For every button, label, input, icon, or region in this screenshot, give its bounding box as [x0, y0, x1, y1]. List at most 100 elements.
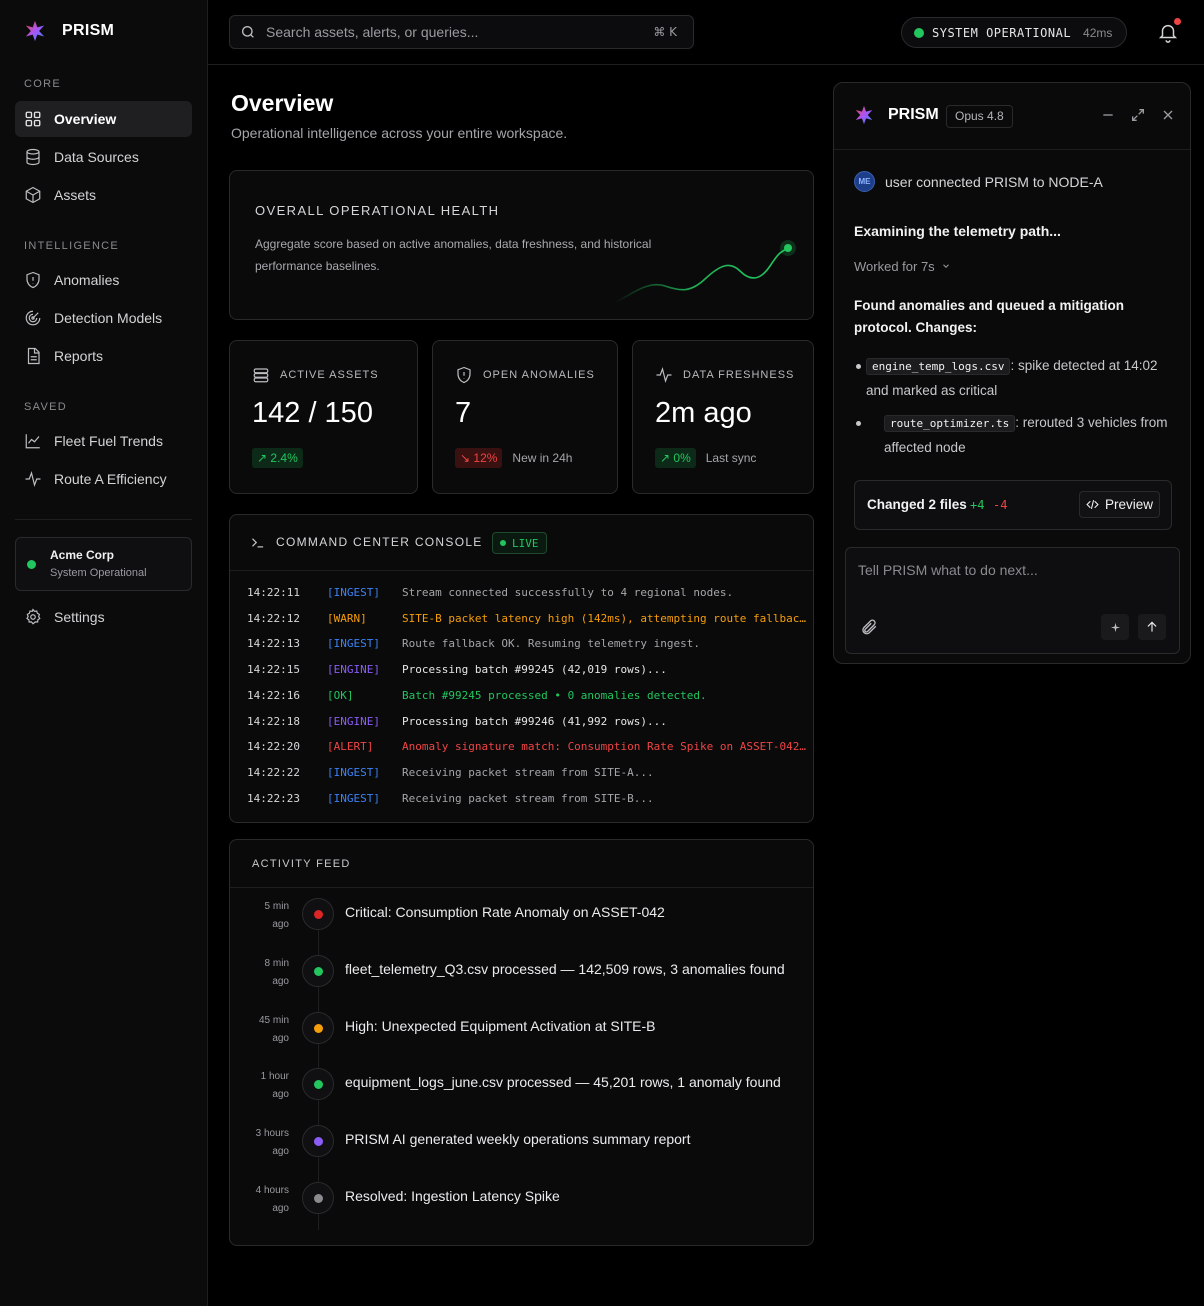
health-title: OVERALL OPERATIONAL HEALTH — [255, 203, 500, 218]
log-message: Receiving packet stream from SITE-A... — [402, 765, 654, 779]
sidebar-item-label: Route A Efficiency — [54, 471, 167, 487]
page-title: Overview — [231, 90, 334, 116]
database-icon — [253, 368, 269, 383]
kpi-footer: ↘ 12% New in 24h — [455, 448, 572, 468]
sidebar-item-overview[interactable]: Overview — [15, 101, 192, 137]
feed-status-node — [302, 1182, 334, 1214]
pulse-icon — [656, 366, 672, 384]
kpi-label-text: OPEN ANOMALIES — [483, 369, 595, 381]
console-header: COMMAND CENTER CONSOLE LIVE — [230, 515, 813, 571]
status-dot — [314, 910, 323, 919]
log-message: Stream connected successfully to 4 regio… — [402, 586, 734, 599]
search-bar[interactable]: Search assets, alerts, or queries... ⌘ K — [229, 15, 694, 49]
feed-item[interactable]: 45 min ago High: Unexpected Equipment Acti… — [230, 1011, 812, 1069]
health-sparkline — [614, 240, 796, 304]
changed-files-label: Changed 2 files — [867, 497, 967, 512]
log-time: 14:22:11 — [247, 586, 300, 599]
sidebar-item-detection-models[interactable]: Detection Models — [15, 300, 192, 336]
feed-time-suffix: ago — [272, 975, 289, 987]
feed-time-suffix: ago — [272, 1203, 289, 1214]
activity-feed-card: ACTIVITY FEED 5 min ago Critical: Consumpt… — [229, 839, 814, 1246]
search-shortcut: ⌘ K — [653, 25, 677, 39]
sidebar-divider — [15, 519, 192, 520]
composer-input[interactable]: Tell PRISM what to do next... — [858, 562, 1038, 578]
kpi-footer: ↗ 2.4% — [252, 448, 303, 468]
kpi-card-open-anomalies: OPEN ANOMALIES 7 ↘ 12% New in 24h — [432, 340, 618, 494]
log-tag: [WARN] — [327, 611, 367, 625]
log-tag: [INGEST] — [327, 637, 380, 651]
preview-button[interactable]: Preview — [1079, 491, 1160, 518]
kpi-note: Last sync — [705, 451, 757, 465]
send-button[interactable] — [1138, 614, 1166, 640]
status-dot — [314, 966, 323, 976]
worked-toggle[interactable]: Worked for 7s — [854, 259, 951, 274]
feed-item[interactable]: 8 min ago fleet_telemetry_Q3.csv processed… — [230, 954, 812, 1012]
file-chip[interactable]: route_optimizer.ts — [884, 415, 1016, 432]
close-icon[interactable] — [1160, 107, 1176, 123]
feed-status-node — [302, 1125, 334, 1158]
sidebar-item-label: Data Sources — [54, 149, 139, 165]
sidebar-item-anomalies[interactable]: Anomalies — [15, 262, 192, 298]
org-name: Acme Corp — [50, 548, 115, 562]
panel-title: PRISM — [888, 106, 939, 123]
file-chip[interactable]: engine_temp_logs.csv — [866, 358, 1011, 375]
minimize-icon[interactable] — [1100, 107, 1116, 123]
model-badge[interactable]: Opus 4.8 — [946, 105, 1013, 128]
log-tag: [ENGINE] — [327, 714, 380, 728]
feed-text: Critical: Consumption Rate Anomaly on AS… — [345, 904, 665, 920]
document-icon — [27, 347, 40, 365]
log-message: Processing batch #99246 (41,992 rows)... — [402, 714, 667, 728]
feed-item[interactable]: 4 hours ago Resolved: Ingestion Latency Sp… — [230, 1182, 812, 1239]
section-title-saved: SAVED — [24, 401, 67, 413]
kpi-card-active-assets: ACTIVE ASSETS 142 / 150 ↗ 2.4% — [229, 340, 418, 494]
kpi-note: New in 24h — [512, 451, 573, 465]
brand[interactable]: PRISM — [24, 20, 114, 42]
feed-status-node — [302, 954, 334, 987]
system-status-pill[interactable]: SYSTEM OPERATIONAL 42ms — [901, 17, 1127, 48]
feed-item[interactable]: 5 min ago Critical: Consumption Rate Anoma… — [230, 898, 812, 955]
user-message-text: user connected PRISM to NODE-A — [885, 173, 1103, 190]
status-dot — [314, 1137, 323, 1147]
feed-time: 4 hours ago — [230, 1182, 289, 1218]
change-desc: : rerouted 3 vehicles from — [1015, 415, 1168, 430]
sidebar-item-label: Settings — [54, 609, 105, 625]
feed-time: 1 hour ago — [230, 1068, 289, 1104]
avatar: ME — [854, 171, 875, 192]
search-icon — [242, 26, 254, 38]
feed-time: 3 hours ago — [230, 1125, 289, 1161]
feed-time-suffix: ago — [272, 1032, 289, 1044]
change-desc-cont: affected node — [884, 440, 966, 455]
org-card[interactable]: Acme Corp System Operational — [15, 537, 192, 591]
kpi-label: ACTIVE ASSETS — [252, 366, 379, 384]
panel-brand: PRISM — [854, 105, 939, 125]
sidebar-item-fleet-fuel-trends[interactable]: Fleet Fuel Trends — [15, 423, 192, 459]
deletions-count: -4 — [993, 498, 1008, 512]
kpi-label-text: DATA FRESHNESS — [683, 369, 795, 381]
live-badge: LIVE — [492, 532, 547, 554]
change-desc-cont: and marked as critical — [866, 383, 998, 398]
feed-item[interactable]: 1 hour ago equipment_logs_june.csv process… — [230, 1068, 812, 1125]
sidebar-item-settings[interactable]: Settings — [15, 599, 192, 635]
latency-readout: 42ms — [1083, 25, 1113, 40]
sidebar-item-data-sources[interactable]: Data Sources — [15, 139, 192, 175]
paperclip-icon[interactable] — [860, 618, 878, 636]
page-subtitle: Operational intelligence across your ent… — [231, 125, 568, 141]
sidebar-item-reports[interactable]: Reports — [15, 338, 192, 374]
log-tag: [ENGINE] — [327, 663, 380, 677]
feed-item[interactable]: 3 hours ago PRISM AI generated weekly oper… — [230, 1125, 812, 1182]
arrow-up-icon — [1147, 621, 1157, 632]
sidebar-item-route-a-efficiency[interactable]: Route A Efficiency — [15, 461, 192, 497]
sidebar-item-assets[interactable]: Assets — [15, 177, 192, 213]
kpi-delta: ↗ 0% — [655, 448, 696, 468]
sidebar: PRISM CORE Overview Data Sources Assets … — [0, 0, 208, 1306]
enhance-button[interactable] — [1101, 614, 1129, 640]
log-time: 14:22:13 — [247, 637, 300, 651]
log-tag: [INGEST] — [327, 586, 380, 599]
grid-icon — [25, 111, 41, 127]
expand-icon[interactable] — [1130, 107, 1146, 123]
feed-time: 45 min ago — [230, 1012, 289, 1048]
feed-text: High: Unexpected Equipment Activation at… — [345, 1017, 656, 1034]
search-input[interactable]: Search assets, alerts, or queries... — [266, 24, 653, 40]
code-icon — [1086, 500, 1099, 509]
composer[interactable]: Tell PRISM what to do next... — [845, 547, 1180, 654]
